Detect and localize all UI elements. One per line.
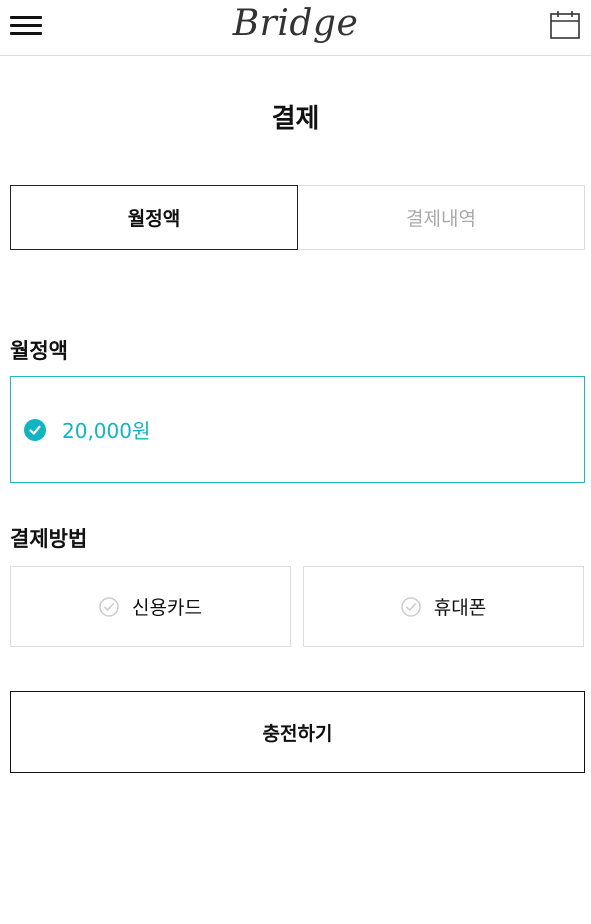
monthly-section-label: 월정액 bbox=[10, 339, 68, 363]
payment-page: Bridge 결제 월정액 결제내역 월정액 20,000원 결제방법 신용카드… bbox=[0, 0, 591, 924]
app-logo[interactable]: Bridge bbox=[0, 0, 591, 52]
monthly-amount-option[interactable]: 20,000원 bbox=[10, 376, 585, 483]
payment-option-phone[interactable]: 휴대폰 bbox=[303, 566, 584, 647]
payment-option-label: 신용카드 bbox=[132, 597, 202, 619]
payment-option-credit-card[interactable]: 신용카드 bbox=[10, 566, 291, 647]
check-circle-outline-icon bbox=[401, 596, 421, 617]
check-circle-outline-icon bbox=[99, 596, 119, 617]
payment-method-label: 결제방법 bbox=[10, 527, 88, 551]
check-circle-icon bbox=[24, 418, 46, 441]
calendar-icon[interactable] bbox=[550, 10, 580, 40]
tab-payment-history[interactable]: 결제내역 bbox=[297, 185, 585, 250]
top-header: Bridge bbox=[0, 0, 591, 56]
page-title: 결제 bbox=[271, 104, 320, 134]
amount-value: 20,000원 bbox=[62, 419, 151, 443]
charge-button[interactable]: 충전하기 bbox=[10, 691, 585, 773]
payment-option-label: 휴대폰 bbox=[433, 597, 487, 619]
tab-monthly[interactable]: 월정액 bbox=[10, 185, 298, 250]
payment-tabs: 월정액 결제내역 bbox=[10, 185, 585, 250]
